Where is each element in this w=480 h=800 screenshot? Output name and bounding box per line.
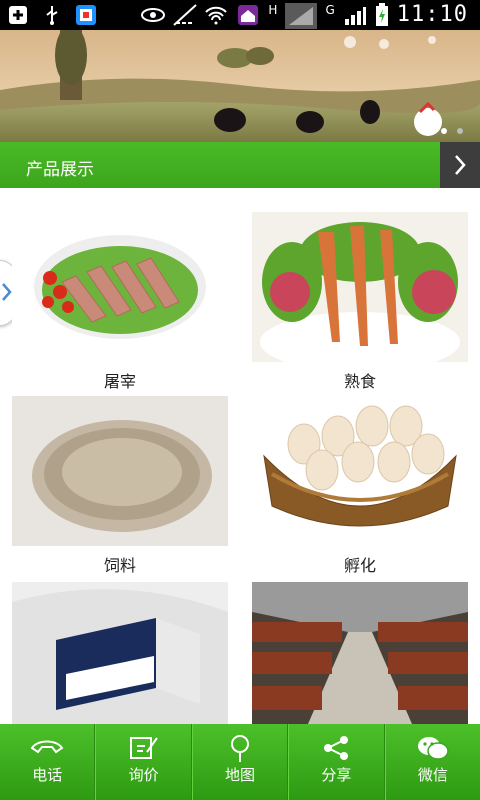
product-image-feed	[12, 396, 228, 546]
phone-icon	[30, 734, 64, 764]
section-title: 产品展示	[26, 160, 94, 180]
network-h-label: H	[268, 2, 278, 17]
app-icon	[74, 3, 98, 27]
product-card[interactable]: 饲料	[12, 396, 228, 576]
battery-charging-icon	[375, 2, 389, 27]
product-card[interactable]	[12, 582, 228, 724]
tab-wechat[interactable]: 微信	[384, 724, 480, 800]
wechat-icon	[416, 734, 450, 766]
tab-map[interactable]: 地图	[191, 724, 289, 800]
product-label: 饲料	[103, 556, 136, 575]
eye-icon	[140, 3, 166, 27]
product-card[interactable]: 屠宰	[12, 212, 228, 392]
tab-label: 电话	[32, 766, 63, 784]
signal-strength-icon	[343, 3, 367, 27]
no-signal-icon	[172, 3, 198, 27]
product-card[interactable]	[252, 582, 468, 724]
tab-label: 分享	[321, 766, 352, 784]
section-more-button[interactable]	[440, 142, 480, 188]
tab-share[interactable]: 分享	[288, 724, 385, 800]
share-icon	[322, 734, 350, 766]
map-pin-icon	[228, 734, 252, 768]
clock: 11:10	[396, 2, 468, 27]
tab-label: 地图	[225, 766, 256, 784]
tab-phone[interactable]: 电话	[0, 724, 96, 800]
tab-label: 询价	[128, 766, 159, 784]
edit-icon	[129, 734, 159, 766]
usb-icon	[40, 3, 64, 27]
banner[interactable]	[0, 30, 480, 142]
wifi-icon	[204, 3, 228, 27]
product-label: 孵化	[343, 556, 376, 575]
product-label: 熟食	[343, 372, 376, 391]
product-image-meat	[12, 212, 228, 362]
product-image-cages	[252, 582, 468, 724]
tab-inquiry[interactable]: 询价	[95, 724, 192, 800]
product-image-eggs	[252, 396, 468, 546]
product-image-cooked	[252, 212, 468, 362]
bottom-tab-bar: 电话 询价 地图 分享 微信	[0, 724, 480, 800]
network-g-label: G	[325, 2, 335, 17]
status-bar: H G 11:10	[0, 0, 480, 30]
signal-bars-icon	[285, 2, 318, 29]
farm-banner-image	[0, 30, 480, 142]
section-header: 产品展示	[0, 142, 480, 188]
tab-label: 微信	[417, 766, 448, 784]
home-app-icon	[236, 3, 260, 27]
product-card[interactable]: 熟食	[252, 212, 468, 392]
product-card[interactable]: 孵化	[252, 396, 468, 576]
product-image-box	[12, 582, 228, 724]
product-label: 屠宰	[103, 372, 136, 391]
chevron-right-icon	[455, 155, 466, 175]
add-icon	[6, 3, 30, 27]
